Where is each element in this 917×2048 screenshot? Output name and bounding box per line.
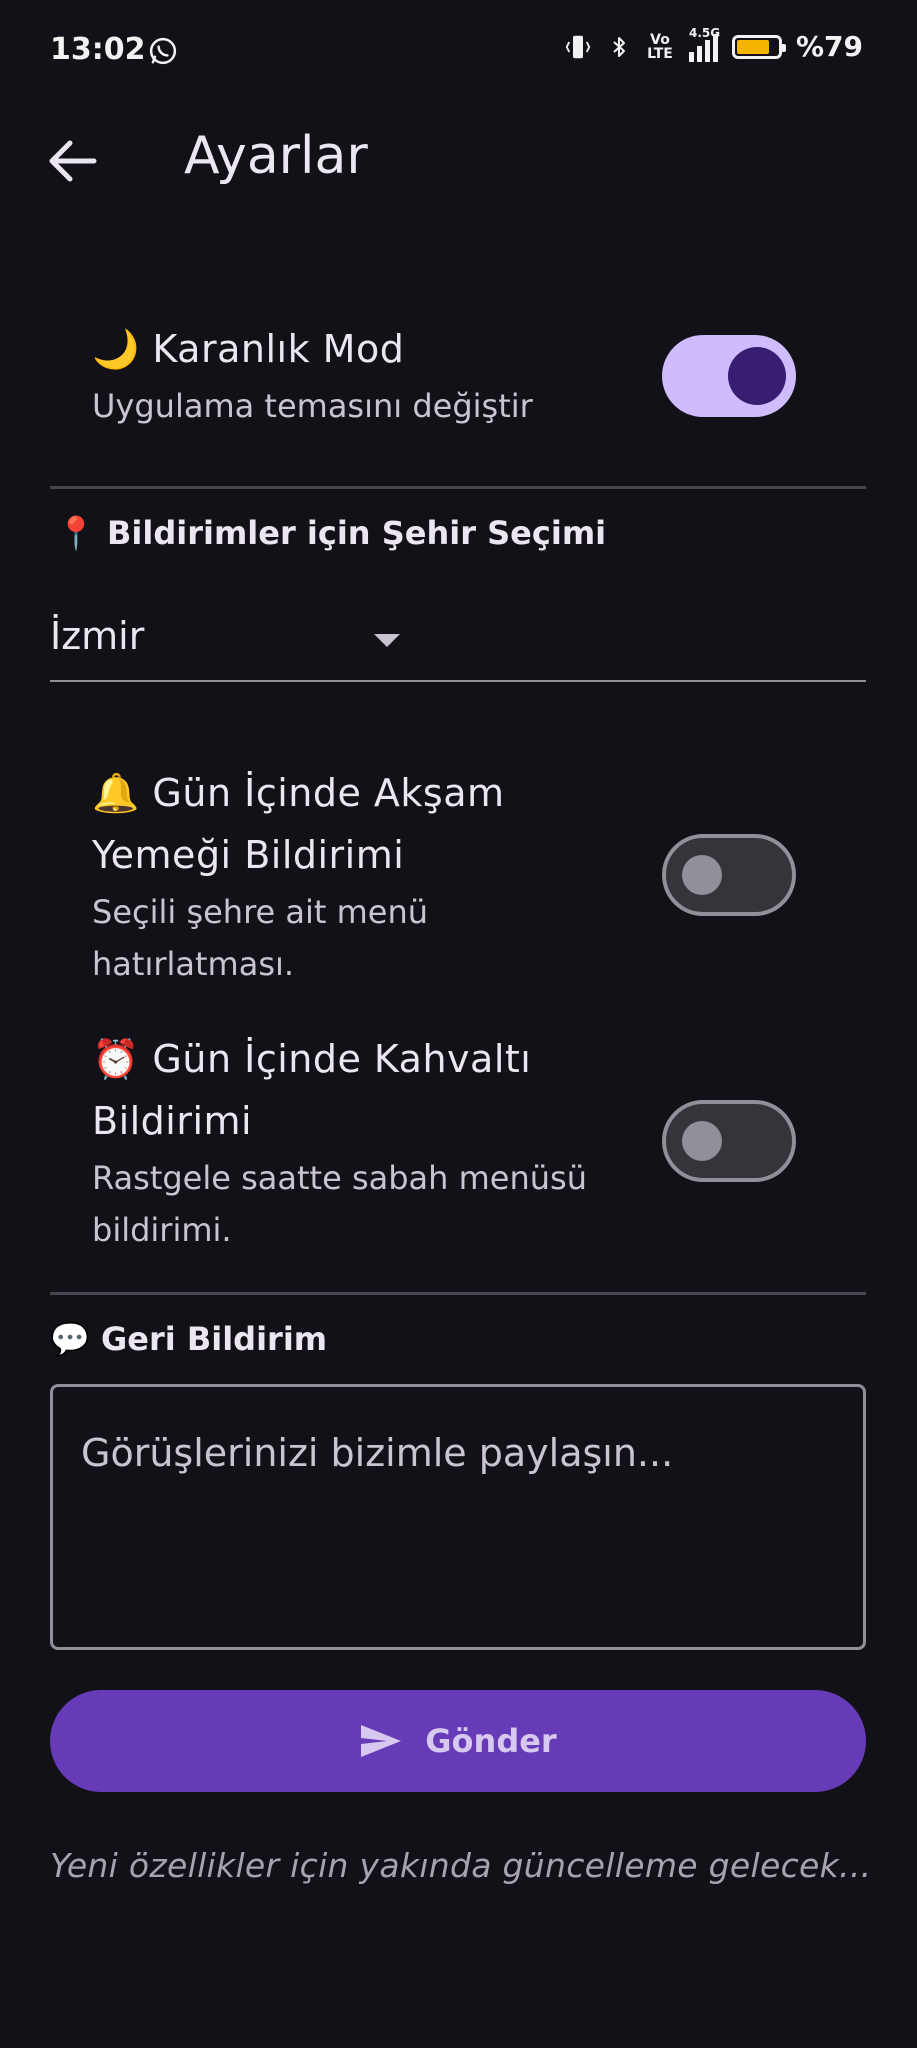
dinner-title-line2: Yemeği Bildirimi (92, 833, 405, 877)
dinner-notification-title: 🔔 Gün İçinde Akşam (92, 762, 652, 824)
feedback-section-title: 💬 Geri Bildirim (50, 1320, 327, 1358)
dinner-title-line1: Gün İçinde Akşam (152, 771, 505, 815)
dropdown-arrow-icon (374, 634, 400, 647)
dark-mode-setting[interactable]: 🌙 Karanlık Mod Uygulama temasını değişti… (92, 318, 612, 432)
volte-icon: Vo LTE (647, 31, 673, 62)
dark-mode-label: Karanlık Mod (152, 327, 405, 371)
dinner-notification-setting[interactable]: 🔔 Gün İçinde Akşam Yemeği Bildirimi Seçi… (92, 762, 652, 990)
city-dropdown[interactable]: İzmir (50, 600, 866, 682)
dark-mode-subtitle: Uygulama temasını değiştir (92, 387, 533, 425)
alarm-clock-icon: ⏰ (92, 1037, 140, 1081)
send-button[interactable]: Gönder (50, 1690, 866, 1792)
back-arrow-icon[interactable] (44, 136, 100, 186)
switch-knob (682, 1121, 722, 1161)
breakfast-notification-switch[interactable] (662, 1100, 796, 1182)
moon-icon: 🌙 (92, 327, 140, 371)
dinner-subtitle-line1: Seçili şehre ait menü (92, 893, 429, 931)
breakfast-notification-title: ⏰ Gün İçinde Kahvaltı (92, 1028, 652, 1090)
vibrate-icon (565, 35, 591, 58)
divider (50, 1292, 866, 1295)
signal-icon: 4.5G (688, 26, 720, 62)
battery-percentage: %79 (795, 30, 863, 63)
dark-mode-switch[interactable] (662, 335, 796, 417)
page-title: Ayarlar (184, 126, 368, 186)
city-dropdown-value: İzmir (50, 614, 145, 658)
send-button-label: Gönder (425, 1722, 557, 1760)
breakfast-notification-setting[interactable]: ⏰ Gün İçinde Kahvaltı Bildirimi Rastgele… (92, 1028, 652, 1256)
dinner-notification-switch[interactable] (662, 834, 796, 916)
status-time: 13:02 (50, 32, 146, 67)
dark-mode-title: 🌙 Karanlık Mod (92, 318, 612, 380)
feedback-input[interactable] (50, 1384, 866, 1650)
breakfast-title-line1: Gün İçinde Kahvaltı (152, 1037, 532, 1081)
footer-note: Yeni özellikler için yakında güncelleme … (50, 1846, 872, 1885)
bluetooth-icon (613, 36, 625, 57)
battery-level (736, 39, 769, 54)
bell-icon: 🔔 (92, 771, 140, 815)
feedback-section-label: Geri Bildirim (100, 1320, 328, 1358)
city-section-title: 📍 Bildirimler için Şehir Seçimi (56, 514, 606, 552)
status-icons: Vo LTE 4.5G %79 (563, 26, 863, 63)
speech-bubble-icon: 💬 (50, 1320, 90, 1358)
send-icon (361, 1725, 402, 1757)
whatsapp-icon (149, 37, 177, 65)
switch-knob (682, 855, 722, 895)
breakfast-subtitle-line2: bildirimi. (92, 1211, 232, 1249)
network-type-label: 4.5G (688, 25, 721, 40)
city-section-label: Bildirimler için Şehir Seçimi (106, 514, 607, 552)
breakfast-subtitle-line1: Rastgele saatte sabah menüsü (92, 1159, 587, 1197)
switch-knob (728, 347, 786, 405)
pin-icon: 📍 (56, 514, 96, 552)
dinner-subtitle-line2: hatırlatması. (92, 945, 295, 983)
battery-icon (731, 34, 786, 59)
divider (50, 486, 866, 489)
breakfast-title-line2: Bildirimi (92, 1099, 253, 1143)
